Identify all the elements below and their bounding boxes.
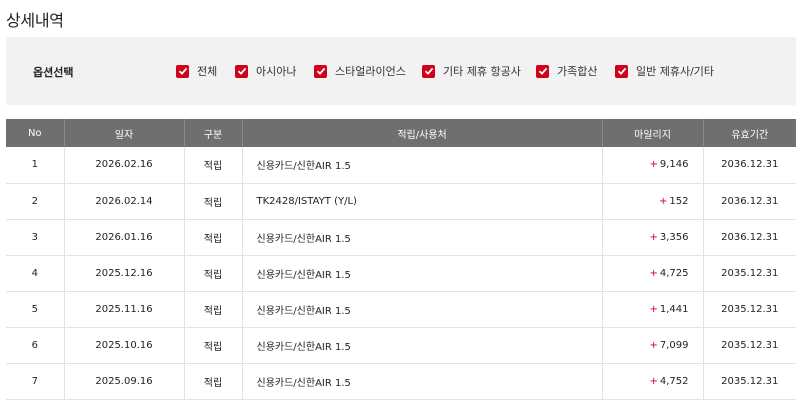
cell-place: 신용카드/신한AIR 1.5 (241, 363, 602, 400)
cell-no: 5 (6, 291, 64, 328)
page-title: 상세내역 (6, 11, 64, 30)
option-label: 일반 제휴사/기타 (636, 65, 715, 78)
column-header-expiry: 유효기간 (702, 119, 796, 147)
cell-miles: +4,752 (601, 363, 703, 400)
table-row: 3 2026.01.16 적립 신용카드/신한AIR 1.5 +3,356 20… (6, 219, 796, 256)
option-label: 스타얼라이언스 (335, 65, 406, 78)
cell-miles: +1,441 (601, 291, 703, 328)
cell-type: 적립 (183, 255, 242, 292)
cell-place: 신용카드/신한AIR 1.5 (241, 291, 602, 328)
option-label: 아시아나 (256, 65, 297, 78)
cell-no: 1 (6, 147, 64, 184)
miles-value: 152 (669, 195, 689, 207)
cell-miles: +4,725 (601, 255, 703, 292)
option-family-checkbox[interactable]: 가족합산 (536, 64, 597, 78)
cell-type: 적립 (183, 363, 242, 400)
cell-miles: +7,099 (601, 327, 703, 364)
plus-sign: + (649, 303, 658, 315)
cell-place: 신용카드/신한AIR 1.5 (241, 327, 602, 364)
cell-type: 적립 (183, 183, 242, 220)
cell-place: 신용카드/신한AIR 1.5 (241, 219, 602, 256)
cell-date: 2026.02.14 (63, 183, 184, 220)
column-header-no: No (6, 119, 64, 147)
cell-date: 2025.12.16 (63, 255, 184, 292)
checkmark-icon (615, 64, 628, 78)
miles-value: 3,356 (659, 231, 689, 243)
cell-place: 신용카드/신한AIR 1.5 (241, 147, 602, 184)
miles-value: 4,752 (659, 375, 689, 387)
cell-date: 2026.01.16 (63, 219, 184, 256)
cell-place: 신용카드/신한AIR 1.5 (241, 255, 602, 292)
plus-sign: + (659, 195, 668, 207)
options-label: 옵션선택 (33, 66, 74, 79)
option-label: 가족합산 (557, 65, 598, 78)
cell-expiry: 2036.12.31 (702, 183, 796, 220)
cell-no: 7 (6, 363, 64, 400)
checkmark-icon (536, 64, 549, 78)
cell-no: 3 (6, 219, 64, 256)
column-header-place: 적립/사용처 (241, 119, 602, 147)
cell-date: 2025.09.16 (63, 363, 184, 400)
options-panel: 옵션선택 전체 아시아나 스타얼라이언스 기타 제휴 항공사 가족합산 일반 제… (6, 37, 796, 105)
column-header-type: 구분 (183, 119, 242, 147)
cell-expiry: 2035.12.31 (702, 363, 796, 400)
checkmark-icon (235, 64, 248, 78)
table-row: 1 2026.02.16 적립 신용카드/신한AIR 1.5 +9,146 20… (6, 147, 796, 184)
cell-place: TK2428/ISTAYT (Y/L) (241, 183, 602, 220)
table-row: 5 2025.11.16 적립 신용카드/신한AIR 1.5 +1,441 20… (6, 291, 796, 328)
cell-type: 적립 (183, 147, 242, 184)
plus-sign: + (649, 231, 658, 243)
cell-expiry: 2035.12.31 (702, 291, 796, 328)
miles-value: 7,099 (659, 339, 689, 351)
cell-no: 4 (6, 255, 64, 292)
option-other-airlines-checkbox[interactable]: 기타 제휴 항공사 (422, 64, 521, 78)
cell-date: 2025.11.16 (63, 291, 184, 328)
mileage-table: No 일자 구분 적립/사용처 마일리지 유효기간 1 2026.02.16 적… (6, 119, 796, 400)
plus-sign: + (649, 267, 658, 279)
table-row: 2 2026.02.14 적립 TK2428/ISTAYT (Y/L) +152… (6, 183, 796, 220)
cell-type: 적립 (183, 291, 242, 328)
cell-type: 적립 (183, 327, 242, 364)
checkmark-icon (314, 64, 327, 78)
cell-date: 2025.10.16 (63, 327, 184, 364)
cell-expiry: 2036.12.31 (702, 219, 796, 256)
cell-no: 2 (6, 183, 64, 220)
table-row: 4 2025.12.16 적립 신용카드/신한AIR 1.5 +4,725 20… (6, 255, 796, 292)
checkmark-icon (176, 64, 189, 78)
plus-sign: + (649, 339, 658, 351)
plus-sign: + (649, 375, 658, 387)
option-star-alliance-checkbox[interactable]: 스타얼라이언스 (314, 64, 406, 78)
option-label: 기타 제휴 항공사 (443, 65, 521, 78)
miles-value: 9,146 (659, 159, 689, 171)
cell-no: 6 (6, 327, 64, 364)
option-all-checkbox[interactable]: 전체 (176, 64, 217, 78)
table-header-row: No 일자 구분 적립/사용처 마일리지 유효기간 (6, 119, 796, 147)
cell-miles: +3,356 (601, 219, 703, 256)
table-row: 7 2025.09.16 적립 신용카드/신한AIR 1.5 +4,752 20… (6, 363, 796, 400)
cell-expiry: 2035.12.31 (702, 255, 796, 292)
cell-date: 2026.02.16 (63, 147, 184, 184)
option-general-partners-checkbox[interactable]: 일반 제휴사/기타 (615, 64, 714, 78)
option-label: 전체 (197, 65, 218, 78)
cell-type: 적립 (183, 219, 242, 256)
table-row: 6 2025.10.16 적립 신용카드/신한AIR 1.5 +7,099 20… (6, 327, 796, 364)
miles-value: 4,725 (659, 267, 689, 279)
option-asiana-checkbox[interactable]: 아시아나 (235, 64, 296, 78)
cell-expiry: 2035.12.31 (702, 327, 796, 364)
cell-miles: +152 (601, 183, 703, 220)
plus-sign: + (649, 159, 658, 171)
checkmark-icon (422, 64, 435, 78)
miles-value: 1,441 (659, 303, 689, 315)
column-header-miles: 마일리지 (601, 119, 703, 147)
column-header-date: 일자 (63, 119, 184, 147)
cell-expiry: 2036.12.31 (702, 147, 796, 184)
cell-miles: +9,146 (601, 147, 703, 184)
